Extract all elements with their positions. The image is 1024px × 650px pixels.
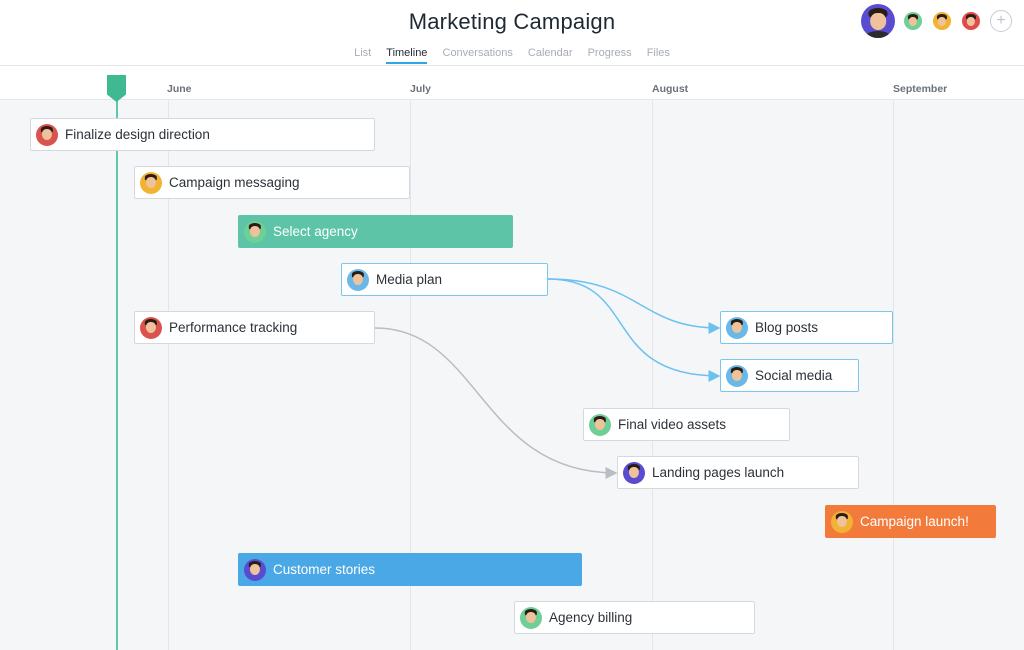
assignee-avatar-icon [244,558,266,581]
add-member-button[interactable]: + [990,10,1012,32]
task-label: Select agency [273,224,358,239]
assignee-avatar-icon [140,171,162,194]
month-label: July [410,83,432,95]
member-avatar[interactable] [861,4,895,38]
task-label: Social media [755,368,833,383]
plus-icon: + [996,12,1006,29]
month-label: June [167,83,192,95]
member-avatar[interactable] [902,10,924,32]
task-bar[interactable]: Campaign launch! [825,505,996,538]
task-label: Customer stories [273,562,376,577]
tab-conversations[interactable]: Conversations [443,47,513,62]
grid-line [893,100,894,650]
view-tabs: List Timeline Conversations Calendar Pro… [0,47,1024,64]
task-bar[interactable]: Social media [720,359,859,392]
assignee-avatar-icon [589,413,611,436]
month-header: June July August September [0,66,1024,100]
assignee-avatar-icon [831,510,853,533]
task-bar[interactable]: Blog posts [720,311,893,344]
task-label: Finalize design direction [65,127,210,142]
task-bar[interactable]: Final video assets [583,408,790,441]
assignee-avatar-icon [623,461,645,484]
task-bar[interactable]: Campaign messaging [134,166,410,199]
tab-progress[interactable]: Progress [588,47,632,62]
member-avatar[interactable] [931,10,953,32]
grid-line [652,100,653,650]
task-label: Campaign messaging [169,175,300,190]
task-label: Media plan [376,272,443,287]
tab-calendar[interactable]: Calendar [528,47,573,62]
tab-list[interactable]: List [354,47,371,62]
task-bar[interactable]: Agency billing [514,601,755,634]
task-label: Landing pages launch [652,465,785,480]
task-bar[interactable]: Landing pages launch [617,456,859,489]
project-header: Marketing Campaign List Timeline Convers… [0,0,1024,66]
assignee-avatar-icon [140,316,162,339]
assignee-avatar-icon [726,316,748,339]
assignee-avatar-icon [347,268,369,291]
today-line [116,96,118,650]
task-label: Performance tracking [169,320,298,335]
member-avatar[interactable] [960,10,982,32]
task-bar[interactable]: Finalize design direction [30,118,375,151]
assignee-avatar-icon [244,220,266,243]
task-bar[interactable]: Performance tracking [134,311,375,344]
assignee-avatar-icon [36,123,58,146]
task-label: Blog posts [755,320,819,335]
task-label: Final video assets [618,417,727,432]
task-label: Campaign launch! [860,514,969,529]
assignee-avatar-icon [520,606,542,629]
task-label: Agency billing [549,610,633,625]
assignee-avatar-icon [726,364,748,387]
tab-timeline[interactable]: Timeline [386,47,428,64]
month-label: September [893,83,948,95]
task-bar[interactable]: Select agency [238,215,513,248]
tab-files[interactable]: Files [647,47,670,62]
project-members: + [854,4,1012,38]
task-bar[interactable]: Customer stories [238,553,582,586]
month-label: August [652,83,689,95]
task-bar[interactable]: Media plan [341,263,548,296]
